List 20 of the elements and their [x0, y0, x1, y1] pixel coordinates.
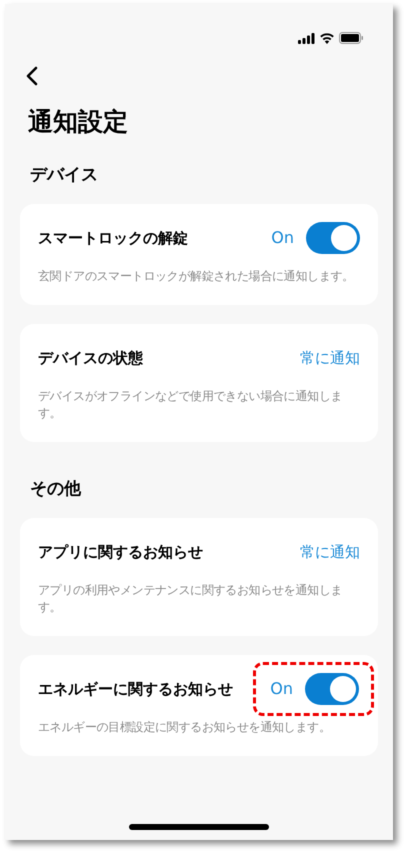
wifi-icon: [319, 32, 335, 44]
setting-description: 玄関ドアのスマートロックが解錠された場合に通知します。: [38, 268, 355, 285]
section-heading: デバイス: [30, 164, 99, 186]
notify-option-link[interactable]: 常に通知: [300, 540, 360, 564]
section-heading: その他: [30, 478, 82, 500]
notify-option-link[interactable]: 常に通知: [300, 346, 360, 370]
setting-description: アプリの利用やメンテナンスに関するお知らせを通知します。: [38, 582, 344, 616]
setting-description: エネルギーの目標設定に関するお知らせを通知します。: [38, 719, 332, 736]
toggle-switch[interactable]: [306, 222, 360, 254]
toggle-state-label: On: [271, 227, 294, 249]
setting-title: アプリに関するお知らせ: [38, 542, 203, 563]
toggle-state-label: On: [270, 678, 293, 700]
setting-title: スマートロックの解錠: [38, 228, 188, 249]
signal-icon: [298, 32, 315, 44]
setting-description: デバイスがオフラインなどで使用できない場合に通知します。: [38, 388, 344, 422]
setting-title: エネルギーに関するお知らせ: [38, 678, 233, 700]
setting-title: デバイスの状態: [38, 348, 143, 369]
page-title: 通知設定: [28, 106, 129, 138]
battery-icon: [339, 32, 364, 44]
toggle-switch[interactable]: [305, 673, 359, 705]
